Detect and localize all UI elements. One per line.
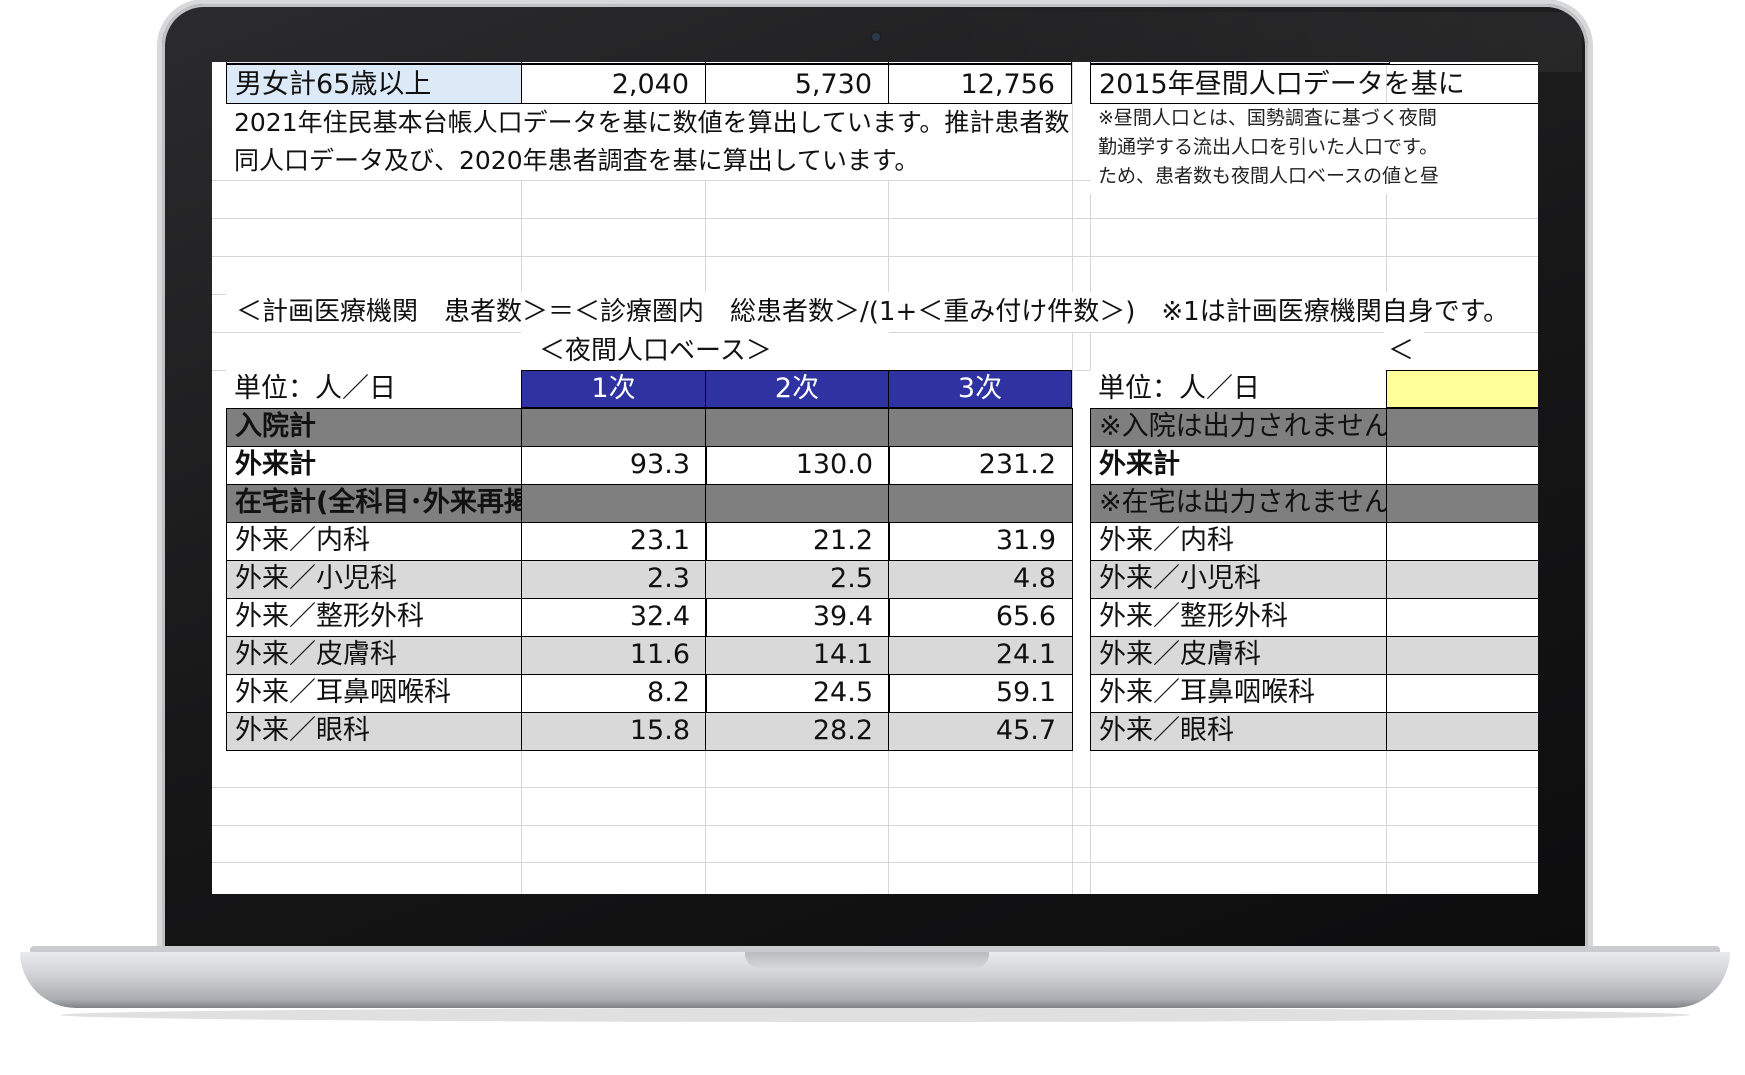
row-value[interactable]: 14.1 [705, 636, 890, 675]
right-note-line: ため、患者数も夜間人口ベースの値と昼 [1098, 165, 1440, 187]
row-value[interactable]: 59.1 [888, 674, 1073, 713]
gridline-horizontal [212, 862, 1538, 863]
right-row-label[interactable]: 外来／眼科 [1090, 712, 1387, 751]
row-value[interactable]: 2.5 [705, 560, 890, 599]
spreadsheet-screen: 男女計65歳以上 2,040 5,730 12,756 2015年昼間人口データ… [212, 62, 1538, 894]
laptop-shadow [60, 1008, 1690, 1022]
row-value[interactable]: 24.1 [888, 636, 1073, 675]
row-value[interactable]: 24.5 [705, 674, 890, 713]
unit-label: 単位：人／日 [226, 370, 522, 408]
row-value[interactable]: 32.4 [521, 598, 707, 637]
night-base-label: ＜夜間人口ベース＞ [521, 332, 889, 370]
column-header-2[interactable]: 2次 [705, 370, 889, 408]
column-header-3[interactable]: 3次 [888, 370, 1072, 408]
row-value[interactable]: 2.3 [521, 560, 707, 599]
row-value[interactable] [705, 484, 890, 523]
row-label[interactable]: 外来／内科 [226, 522, 522, 561]
row-value[interactable] [888, 484, 1073, 523]
row-label[interactable]: 外来／皮膚科 [226, 636, 522, 675]
right-row-cell[interactable] [1386, 636, 1538, 675]
right-row-cell[interactable] [1386, 446, 1538, 485]
row-label[interactable]: 外来／小児科 [226, 560, 522, 599]
row-value[interactable]: 65.6 [888, 598, 1073, 637]
row-value[interactable] [521, 484, 707, 523]
formula-text: ＜計画医療機関 患者数＞＝＜診療圏内 総患者数＞/(1+＜重み付け件数＞) ※1… [226, 292, 1538, 332]
left-note-line: 同人口データ及び、2020年患者調査を基に算出しています。 [234, 146, 920, 175]
laptop-notch [745, 952, 989, 968]
row-value[interactable]: 39.4 [705, 598, 890, 637]
row-value[interactable]: 28.2 [705, 712, 890, 751]
right-note: ※昼間人口とは、国勢調査に基づく夜間 勤通学する流出人口を引いた人口です。 ため… [1090, 104, 1538, 194]
right-row-label[interactable]: ※在宅は出力されません [1090, 484, 1387, 523]
row-label[interactable]: 外来計 [226, 446, 522, 485]
row-label[interactable]: 入院計 [226, 408, 522, 447]
right-partial-label: ＜ [1384, 332, 1424, 370]
column-header-1[interactable]: 1次 [521, 370, 706, 408]
row-value[interactable]: 130.0 [705, 446, 890, 485]
row-value[interactable]: 8.2 [521, 674, 707, 713]
row-value[interactable]: 4.8 [888, 560, 1073, 599]
right-row-cell[interactable] [1386, 560, 1538, 599]
row-label[interactable]: 外来／耳鼻咽喉科 [226, 674, 522, 713]
gridline-horizontal [212, 787, 1538, 788]
right-row-label[interactable]: ※入院は出力されません [1090, 408, 1387, 447]
row-value[interactable]: 231.2 [888, 446, 1073, 485]
right-row-cell[interactable] [1386, 712, 1538, 751]
camera-icon [872, 33, 880, 41]
row-value[interactable] [521, 408, 707, 447]
right-row-label[interactable]: 外来／耳鼻咽喉科 [1090, 674, 1387, 713]
row-label[interactable]: 在宅計(全科目･外来再掲) [226, 484, 522, 523]
right-row-cell[interactable] [1386, 522, 1538, 561]
row-label[interactable]: 外来／整形外科 [226, 598, 522, 637]
row-value[interactable]: 11.6 [521, 636, 707, 675]
right-row-label[interactable]: 外来計 [1090, 446, 1387, 485]
right-row-label[interactable]: 外来／整形外科 [1090, 598, 1387, 637]
right-header-yellow[interactable] [1386, 370, 1538, 408]
row-value[interactable]: 31.9 [888, 522, 1073, 561]
right-row-label[interactable]: 外来／小児科 [1090, 560, 1387, 599]
summary-value-3[interactable]: 12,756 [888, 64, 1072, 104]
row-value[interactable]: 45.7 [888, 712, 1073, 751]
right-row-cell[interactable] [1386, 674, 1538, 713]
gridline-horizontal [212, 218, 1538, 219]
right-row-cell[interactable] [1386, 408, 1538, 447]
left-note: 2021年住民基本台帳人口データを基に数値を算出しています。推計患者数は、 同人… [226, 104, 1072, 180]
right-row-cell[interactable] [1386, 484, 1538, 523]
right-unit-label: 単位：人／日 [1090, 370, 1386, 408]
row-value[interactable]: 93.3 [521, 446, 707, 485]
right-row-cell[interactable] [1386, 598, 1538, 637]
row-label[interactable]: 外来／眼科 [226, 712, 522, 751]
summary-value-1[interactable]: 2,040 [521, 64, 706, 104]
gridline-horizontal [212, 256, 1538, 257]
row-value[interactable] [705, 408, 890, 447]
right-note-line: ※昼間人口とは、国勢調査に基づく夜間 [1098, 107, 1437, 129]
row-value[interactable] [888, 408, 1073, 447]
right-row-label[interactable]: 外来／皮膚科 [1090, 636, 1387, 675]
right-note-line: 勤通学する流出人口を引いた人口です。 [1098, 136, 1439, 158]
summary-value-2[interactable]: 5,730 [705, 64, 889, 104]
gridline-horizontal [212, 825, 1538, 826]
row-value[interactable]: 21.2 [705, 522, 890, 561]
row-value[interactable]: 23.1 [521, 522, 707, 561]
left-note-line: 2021年住民基本台帳人口データを基に数値を算出しています。推計患者数は、 [234, 108, 1072, 137]
right-title[interactable]: 2015年昼間人口データを基に [1090, 64, 1538, 104]
right-row-label[interactable]: 外来／内科 [1090, 522, 1387, 561]
summary-label[interactable]: 男女計65歳以上 [226, 64, 522, 104]
row-value[interactable]: 15.8 [521, 712, 707, 751]
